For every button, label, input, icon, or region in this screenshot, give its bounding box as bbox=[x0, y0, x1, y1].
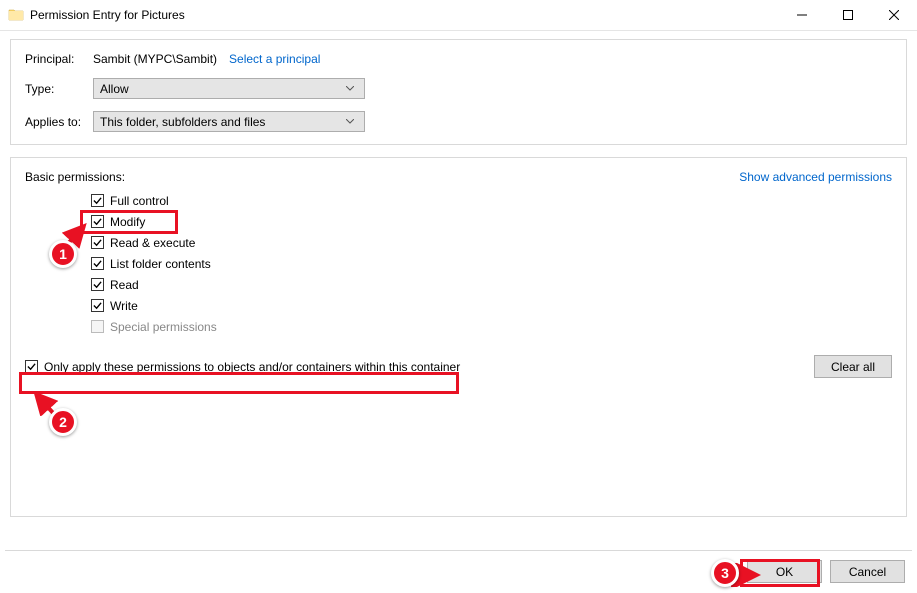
permission-checkbox bbox=[91, 320, 104, 333]
permission-item: Read & execute bbox=[91, 232, 892, 253]
only-apply-checkbox[interactable] bbox=[25, 360, 38, 373]
permission-item: Read bbox=[91, 274, 892, 295]
applies-to-label: Applies to: bbox=[25, 115, 93, 129]
principal-label: Principal: bbox=[25, 52, 93, 66]
separator bbox=[5, 550, 912, 551]
principal-panel: Principal: Sambit (MYPC\Sambit) Select a… bbox=[10, 39, 907, 145]
permissions-panel: Basic permissions: Show advanced permiss… bbox=[10, 157, 907, 517]
dialog-buttons: OK Cancel bbox=[747, 560, 905, 583]
titlebar: Permission Entry for Pictures bbox=[0, 0, 917, 31]
permission-item: Full control bbox=[91, 190, 892, 211]
permission-label: List folder contents bbox=[110, 257, 211, 271]
permission-label: Write bbox=[110, 299, 138, 313]
minimize-button[interactable] bbox=[779, 0, 825, 30]
permission-item: List folder contents bbox=[91, 253, 892, 274]
select-principal-link[interactable]: Select a principal bbox=[229, 52, 320, 66]
permission-checkbox[interactable] bbox=[91, 236, 104, 249]
applies-to-combo[interactable]: This folder, subfolders and files bbox=[93, 111, 365, 132]
permission-checkbox[interactable] bbox=[91, 194, 104, 207]
maximize-button[interactable] bbox=[825, 0, 871, 30]
permission-checkbox[interactable] bbox=[91, 257, 104, 270]
chevron-down-icon bbox=[342, 119, 358, 124]
clear-all-button[interactable]: Clear all bbox=[814, 355, 892, 378]
permission-label: Read & execute bbox=[110, 236, 195, 250]
permission-label: Full control bbox=[110, 194, 169, 208]
annotation-badge-3: 3 bbox=[711, 559, 739, 587]
type-label: Type: bbox=[25, 82, 93, 96]
only-apply-label: Only apply these permissions to objects … bbox=[44, 360, 460, 374]
folder-icon bbox=[8, 7, 24, 23]
permission-item: Modify bbox=[91, 211, 892, 232]
permission-label: Modify bbox=[110, 215, 145, 229]
applies-to-combo-value: This folder, subfolders and files bbox=[100, 115, 342, 129]
show-advanced-link[interactable]: Show advanced permissions bbox=[739, 170, 892, 184]
window-title: Permission Entry for Pictures bbox=[30, 8, 779, 22]
permission-checkbox[interactable] bbox=[91, 215, 104, 228]
type-combo-value: Allow bbox=[100, 82, 342, 96]
permission-item: Write bbox=[91, 295, 892, 316]
permission-label: Read bbox=[110, 278, 139, 292]
permission-checkbox[interactable] bbox=[91, 299, 104, 312]
cancel-button[interactable]: Cancel bbox=[830, 560, 905, 583]
permission-label: Special permissions bbox=[110, 320, 217, 334]
window-controls bbox=[779, 0, 917, 30]
basic-permissions-label: Basic permissions: bbox=[25, 170, 125, 184]
chevron-down-icon bbox=[342, 86, 358, 91]
permission-item: Special permissions bbox=[91, 316, 892, 337]
type-combo[interactable]: Allow bbox=[93, 78, 365, 99]
permission-checkbox[interactable] bbox=[91, 278, 104, 291]
ok-button[interactable]: OK bbox=[747, 560, 822, 583]
close-button[interactable] bbox=[871, 0, 917, 30]
principal-value: Sambit (MYPC\Sambit) bbox=[93, 52, 217, 66]
